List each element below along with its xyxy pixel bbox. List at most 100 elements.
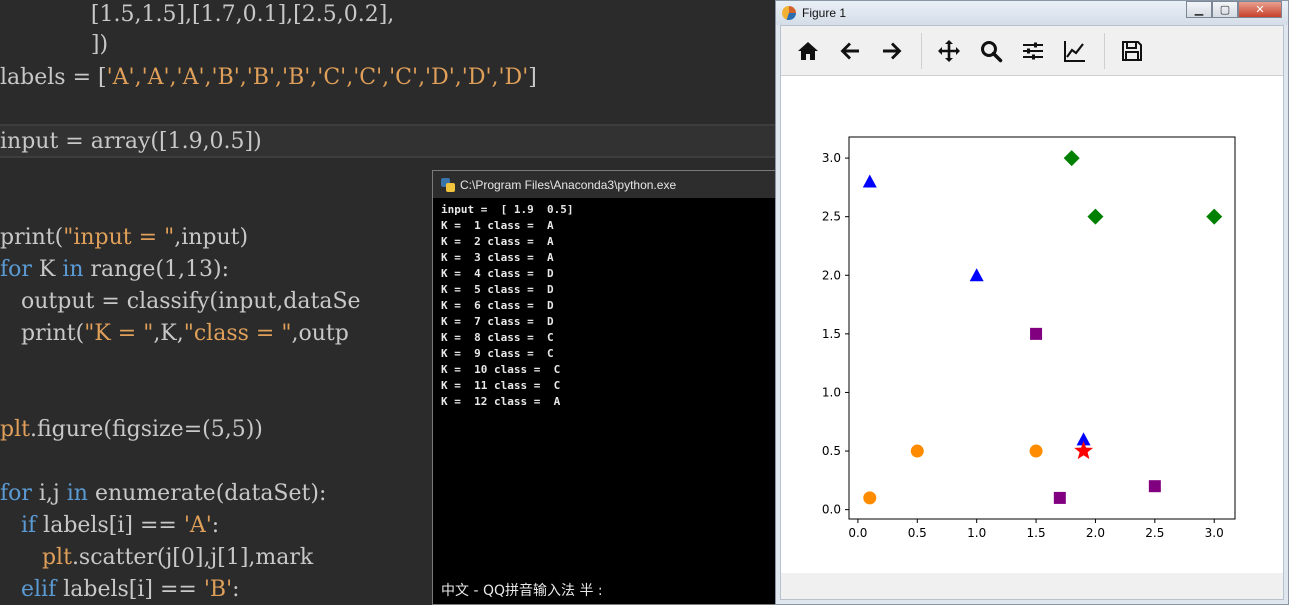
- code-token: ,K,: [153, 321, 184, 346]
- y-tick-label: 0.5: [822, 444, 841, 458]
- code-token: "K = ": [84, 321, 154, 346]
- code-token: .scatter(j[0],j[1],mark: [71, 545, 314, 570]
- code-token: in: [66, 481, 88, 506]
- code-token: "class = ": [183, 321, 292, 346]
- code-token: ]): [0, 32, 109, 57]
- x-tick-label: 2.0: [1086, 526, 1105, 540]
- data-point-triangle: [969, 268, 984, 282]
- save-icon: [1122, 40, 1142, 61]
- x-tick-label: 1.5: [1027, 526, 1046, 540]
- toolbar-separator: [1104, 32, 1105, 69]
- code-line: output = classify(input,dataSe: [0, 287, 361, 317]
- edit-axis-icon: [1064, 40, 1085, 62]
- data-point-circle: [1029, 444, 1043, 458]
- matplotlib-icon: [782, 6, 796, 20]
- code-token: print(: [0, 321, 85, 346]
- figure-client-area: 0.0 0.5 1.0 1.5 2.0 2.5 3.0 0.0 0.5 1.0 1.5 2.0 2.5 3…: [780, 25, 1284, 600]
- code-line: print("K = ",K,"class = ",outp: [0, 319, 349, 349]
- scatter-chart: 0.0 0.5 1.0 1.5 2.0 2.5 3.0 0.0 0.5 1.0 1.5 2.0 2.5 3…: [822, 136, 1236, 540]
- code-token: labels[i] ==: [36, 513, 184, 538]
- data-point-diamond: [1063, 150, 1080, 167]
- code-line: [1.5,1.5],[1.7,0.1],[2.5,0.2],: [0, 0, 394, 30]
- code-line: print("input = ",input): [0, 223, 248, 253]
- code-line: plt.scatter(j[0],j[1],mark: [0, 543, 313, 573]
- zoom-button[interactable]: [972, 32, 1010, 70]
- code-line: labels = ['A','A','A','B','B','B','C','C…: [0, 63, 537, 93]
- code-token: ,outp: [291, 321, 349, 346]
- code-token: i,j: [31, 481, 67, 506]
- x-tick-label: 2.5: [1145, 526, 1164, 540]
- code-token: 'A': [183, 513, 212, 538]
- data-point-diamond: [1087, 208, 1104, 225]
- configure-subplots-icon: [1023, 42, 1043, 59]
- data-point-diamond: [1206, 208, 1223, 225]
- data-point-star: [1074, 441, 1094, 460]
- code-token: labels[i] ==: [56, 577, 204, 602]
- minimize-button[interactable]: ▁: [1186, 1, 1212, 18]
- navigation-toolbar: [781, 26, 1283, 76]
- plot-canvas[interactable]: 0.0 0.5 1.0 1.5 2.0 2.5 3.0 0.0 0.5 1.0 1.5 2.0 2.5 3…: [781, 76, 1283, 573]
- code-line: ]): [0, 30, 108, 60]
- configure-subplots-button[interactable]: [1014, 32, 1052, 70]
- console-title: C:\Program Files\Anaconda3\python.exe: [460, 177, 677, 192]
- close-button[interactable]: ✕: [1238, 1, 1282, 18]
- y-tick-label: 2.0: [822, 268, 841, 282]
- code-line: elif labels[i] == 'B':: [0, 575, 240, 605]
- code-token: ]: [528, 65, 537, 90]
- code-token: 'A','A','A','B','B','B','C','C','C','D',…: [106, 65, 529, 90]
- code-token: if: [20, 513, 37, 538]
- figure-status-bar: [781, 573, 1283, 599]
- code-token: labels = [: [0, 65, 107, 90]
- back-icon: [840, 42, 859, 59]
- zoom-icon: [981, 40, 1003, 62]
- ime-status-bar: 中文 - QQ拼音输入法 半 :: [441, 583, 603, 599]
- code-token: K: [31, 257, 63, 282]
- code-token: ,input): [174, 225, 249, 250]
- data-point-square: [1053, 491, 1066, 504]
- data-point-square: [1030, 327, 1043, 340]
- y-tick-label: 0.0: [822, 503, 841, 517]
- code-token: .figure(figsize=(5,5)): [29, 417, 263, 442]
- code-line: if labels[i] == 'A':: [0, 511, 219, 541]
- code-token: plt: [0, 417, 30, 442]
- code-token: [1.5,1.5],[1.7,0.1],[2.5,0.2],: [0, 2, 395, 27]
- python-icon: [441, 177, 455, 192]
- x-tick-label: 0.0: [848, 526, 867, 540]
- code-token: :: [232, 577, 240, 602]
- console-titlebar[interactable]: C:\Program Files\Anaconda3\python.exe: [433, 171, 775, 198]
- edit-axis-button[interactable]: [1056, 32, 1094, 70]
- y-tick-label: 1.0: [822, 385, 841, 399]
- figure-titlebar[interactable]: Figure 1 ▁ ▢ ✕: [776, 1, 1288, 25]
- data-point-circle: [863, 491, 877, 505]
- console-output: input = [ 1.9 0.5] K = 1 class = A K = 2…: [441, 203, 574, 408]
- code-token: elif: [20, 577, 57, 602]
- code-token: print(: [0, 225, 64, 250]
- x-tick-label: 3.0: [1205, 526, 1224, 540]
- maximize-button[interactable]: ▢: [1212, 1, 1238, 18]
- y-tick-label: 3.0: [822, 151, 841, 165]
- code-token: output = classify(input,dataSe: [0, 289, 361, 314]
- data-point-circle: [910, 444, 924, 458]
- forward-button[interactable]: [873, 32, 911, 70]
- code-token: :: [211, 513, 220, 538]
- code-token: for: [0, 257, 32, 282]
- home-button[interactable]: [789, 32, 827, 70]
- forward-icon: [883, 42, 902, 59]
- code-token: plt: [41, 545, 72, 570]
- data-point-square: [1148, 480, 1161, 493]
- code-token: "input = ": [63, 225, 175, 250]
- toolbar-separator: [921, 32, 922, 69]
- code-token: range(1,13):: [83, 257, 230, 282]
- pan-button[interactable]: [930, 32, 968, 70]
- pan-icon: [938, 39, 960, 62]
- back-button[interactable]: [831, 32, 869, 70]
- save-button[interactable]: [1113, 32, 1151, 70]
- code-token: in: [62, 257, 84, 282]
- figure-window[interactable]: Figure 1 ▁ ▢ ✕ 0.0 0.5 1.0 1.5 2.0 2.5 3…: [775, 0, 1289, 605]
- code-token: enumerate(dataSet):: [87, 481, 327, 506]
- home-icon: [798, 41, 818, 60]
- python-console-window[interactable]: C:\Program Files\Anaconda3\python.exe in…: [432, 170, 776, 605]
